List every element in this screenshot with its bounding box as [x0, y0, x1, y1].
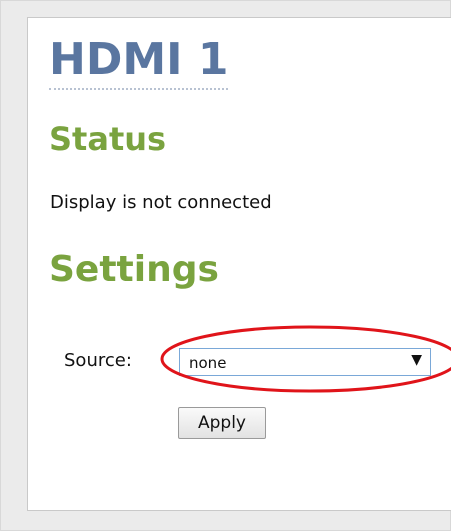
source-select[interactable]: none ▼ [179, 348, 431, 376]
status-heading: Status [49, 120, 167, 158]
dropdown-arrow-icon: ▼ [411, 352, 422, 368]
settings-heading: Settings [49, 249, 219, 290]
apply-button[interactable]: Apply [178, 407, 266, 439]
source-select-value: none [189, 354, 227, 372]
hdmi-panel: HDMI 1 Status Display is not connected S… [27, 17, 451, 511]
display-status-text: Display is not connected [50, 192, 272, 213]
page-title: HDMI 1 [49, 34, 229, 90]
window-frame: HDMI 1 Status Display is not connected S… [0, 0, 451, 531]
source-label: Source: [64, 350, 132, 371]
